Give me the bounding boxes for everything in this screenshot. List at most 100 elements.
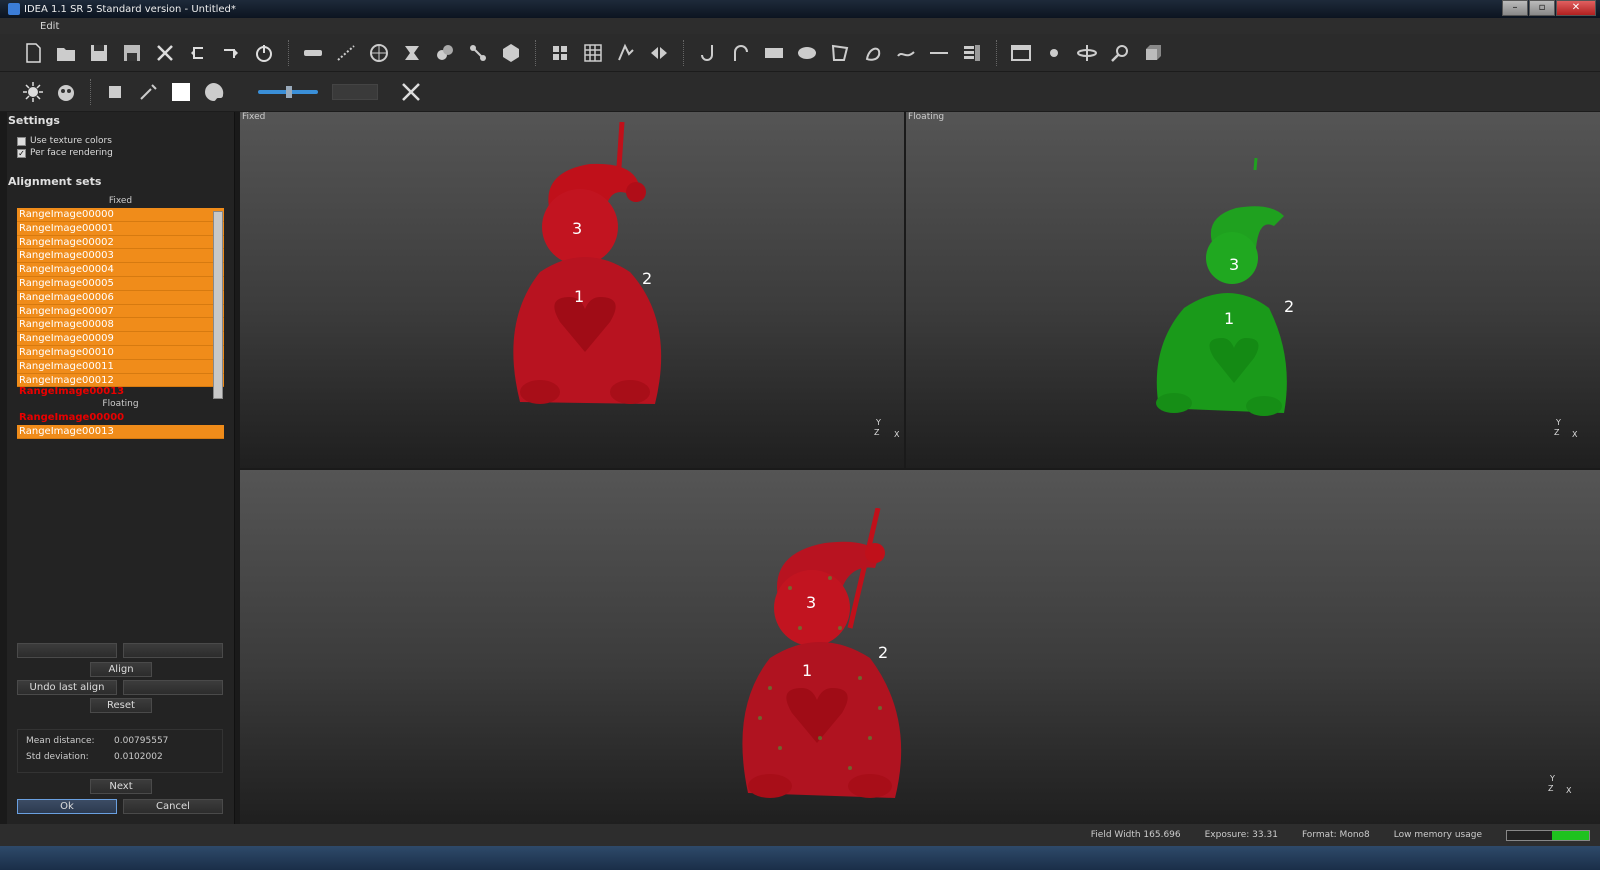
orbit-icon[interactable] (1072, 38, 1102, 68)
list-item[interactable]: RangeImage00013 (17, 387, 224, 396)
maximize-button[interactable]: ▫ (1529, 0, 1555, 16)
use-texture-colors-checkbox[interactable]: Use texture colors (17, 135, 234, 147)
line-icon[interactable] (924, 38, 954, 68)
reset-button[interactable]: Reset (90, 698, 152, 713)
color-picker-icon[interactable] (133, 77, 163, 107)
floating-list: RangeImage00000 RangeImage00013 (17, 411, 224, 439)
list-item[interactable]: RangeImage00004 (17, 263, 224, 277)
ok-button[interactable]: Ok (17, 799, 117, 814)
new-file-icon[interactable] (18, 38, 48, 68)
align-pairs-icon[interactable] (463, 38, 493, 68)
list-item[interactable]: RangeImage00005 (17, 276, 224, 291)
list-item[interactable]: RangeImage00003 (17, 249, 224, 264)
filter-icon[interactable] (611, 38, 641, 68)
axis-triad: Y Z X (1540, 774, 1572, 804)
floating-viewport-label: Floating (908, 112, 945, 122)
floating-select-field[interactable] (123, 643, 223, 658)
list-item[interactable]: RangeImage00011 (17, 359, 224, 374)
list-item[interactable]: RangeImage00008 (17, 318, 224, 333)
axis-z-label: Z (1548, 784, 1554, 793)
axis-triad: Y Z X (1546, 418, 1577, 448)
undo-icon[interactable] (183, 38, 213, 68)
list-item[interactable]: RangeImage00002 (17, 235, 224, 250)
list-item[interactable]: RangeImage00012 (17, 373, 224, 388)
ellipse-select-icon[interactable] (792, 38, 822, 68)
stop-icon[interactable] (100, 77, 130, 107)
merge-icon[interactable] (430, 38, 460, 68)
combined-model: 3 2 1 (742, 508, 902, 798)
list-item[interactable]: RangeImage00000 (17, 411, 224, 425)
window-icon[interactable] (1006, 38, 1036, 68)
align-button[interactable]: Align (90, 662, 152, 677)
axis-y-label: Y (1556, 418, 1561, 427)
lasso-select-icon[interactable] (858, 38, 888, 68)
per-face-rendering-checkbox[interactable]: ✓ Per face rendering (17, 147, 234, 159)
marker-3: 3 (1229, 255, 1239, 274)
fixed-list: RangeImage00000 RangeImage00001 RangeIma… (17, 208, 224, 396)
grid-select-icon[interactable] (545, 38, 575, 68)
fixed-list-scrollbar[interactable] (213, 211, 223, 399)
tools-icon[interactable] (396, 77, 426, 107)
grid-icon[interactable] (578, 38, 608, 68)
app-icon (8, 3, 20, 15)
material-icon[interactable] (51, 77, 81, 107)
format-status: Format: Mono8 (1301, 830, 1370, 840)
cancel-button[interactable]: Cancel (123, 799, 223, 814)
fixed-viewport-label: Fixed (242, 112, 266, 122)
list-item[interactable]: RangeImage00000 (17, 208, 224, 222)
mirror-icon[interactable] (644, 38, 674, 68)
list-item[interactable]: RangeImage00001 (17, 221, 224, 236)
next-button[interactable]: Next (90, 779, 152, 794)
list-item[interactable]: RangeImage00010 (17, 345, 224, 360)
axis-x-label: X (1566, 786, 1572, 795)
mesh-icon[interactable] (496, 38, 526, 68)
axis-x-label: X (894, 430, 900, 439)
combined-viewport[interactable]: 3 2 1 Y Z X (240, 470, 1600, 824)
layers-icon[interactable] (957, 38, 987, 68)
rotate-view-icon[interactable] (1039, 38, 1069, 68)
marker-1: 1 (1224, 309, 1234, 328)
toolbar-separator (683, 39, 687, 66)
view-cube-icon[interactable] (1138, 38, 1168, 68)
floating-viewport[interactable]: Floating 3 2 1 Y Z X (906, 112, 1600, 468)
list-item[interactable]: RangeImage00007 (17, 304, 224, 319)
save-as-icon[interactable] (117, 38, 147, 68)
save-icon[interactable] (84, 38, 114, 68)
checkbox-box-checked[interactable]: ✓ (17, 148, 26, 158)
list-item[interactable]: RangeImage00013 (17, 425, 224, 439)
window-title: IDEA 1.1 SR 5 Standard version - Untitle… (24, 3, 236, 15)
zoom-icon[interactable] (1105, 38, 1135, 68)
spline-icon[interactable] (891, 38, 921, 68)
turntable-icon[interactable] (397, 38, 427, 68)
fixed-model: 3 2 1 (513, 122, 662, 404)
sphere-scan-icon[interactable] (364, 38, 394, 68)
intensity-value-field[interactable] (332, 83, 378, 100)
palette-icon[interactable] (199, 77, 229, 107)
empty-option-field[interactable] (123, 680, 223, 695)
point-cloud-icon[interactable] (331, 38, 361, 68)
menu-edit[interactable]: Edit (40, 21, 59, 32)
undo-last-align-button[interactable]: Undo last align (17, 680, 117, 695)
list-item[interactable]: RangeImage00009 (17, 332, 224, 346)
close-document-icon[interactable] (150, 38, 180, 68)
fixed-select-field[interactable] (17, 643, 117, 658)
polygon-select-icon[interactable] (825, 38, 855, 68)
light-icon[interactable] (18, 77, 48, 107)
checkbox-box[interactable] (17, 136, 26, 146)
marker-3: 3 (806, 593, 816, 612)
curve-icon[interactable] (693, 38, 723, 68)
scanner-icon[interactable] (298, 38, 328, 68)
rectangle-select-icon[interactable] (759, 38, 789, 68)
std-deviation-value: 0.0102002 (114, 752, 163, 762)
list-item[interactable]: RangeImage00006 (17, 290, 224, 305)
power-icon[interactable] (249, 38, 279, 68)
open-folder-icon[interactable] (51, 38, 81, 68)
render-toolbar (0, 72, 1600, 112)
fixed-viewport[interactable]: Fixed 3 2 1 Y Z X (240, 112, 904, 468)
minimize-button[interactable]: – (1502, 0, 1528, 16)
arc-icon[interactable] (726, 38, 756, 68)
color-swatch-icon[interactable] (166, 77, 196, 107)
intensity-slider[interactable] (258, 85, 318, 98)
close-button[interactable]: ✕ (1556, 0, 1596, 16)
redo-icon[interactable] (216, 38, 246, 68)
